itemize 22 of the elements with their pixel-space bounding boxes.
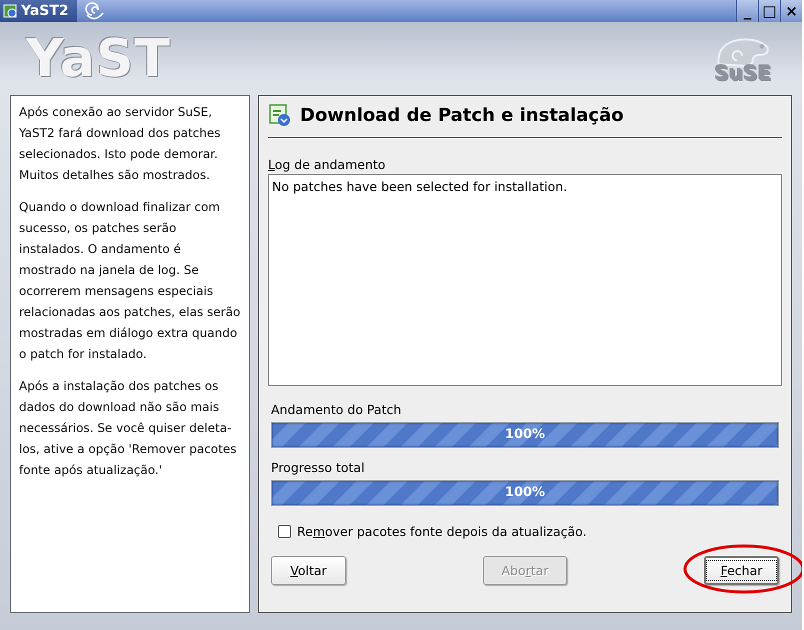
maximize-button[interactable]: □ (758, 0, 780, 22)
close-button[interactable]: × (780, 0, 802, 22)
help-paragraph: Após conexão ao servidor SuSE, YaST2 fará download dos patches selecionados. Isto pode demorar. Muitos detalhes são mostrados. (19, 104, 222, 184)
dialog-button[interactable]: Fechar (704, 556, 779, 585)
help-paragraph: Após a instalação dos patches os dados do download não são mais necessários. Se você quiser deleta-los, ative a opção 'Remover pacotes fonte após atualização.' (19, 378, 238, 479)
progress-reading: 100% (504, 485, 546, 500)
checkbox-label[interactable]: Remover pacotes fonte depois da atualização. (297, 524, 587, 539)
help-paragraph: Quando o download finalizar com sucesso, os patches serão instalados. O andamento é mostrado na janela de log. Se ocorrerem mensagens especiais relacionadas aos patches, elas serão mostradas em diálogo extra quando o patch for instalado. (19, 199, 241, 363)
yast-logo: YaST (26, 28, 171, 88)
dialog-title: Download de Patch e instalação (300, 104, 624, 126)
brand-logo: SuSE (714, 64, 772, 82)
dialog-button[interactable]: Voltar (271, 556, 346, 585)
minimize-button[interactable]: _ (736, 0, 758, 22)
progress-reading: 100% (504, 427, 546, 442)
download-icon (268, 103, 292, 127)
progress-label: Progresso total (271, 460, 366, 475)
log-label: Log de andamento (268, 157, 386, 172)
log-area[interactable]: No patches have been selected for installation. (268, 174, 782, 386)
window-title: YaST2 (21, 3, 69, 19)
checkbox[interactable] (278, 525, 291, 538)
app-icon (3, 4, 17, 18)
progress-label: Andamento do Patch (271, 402, 402, 417)
